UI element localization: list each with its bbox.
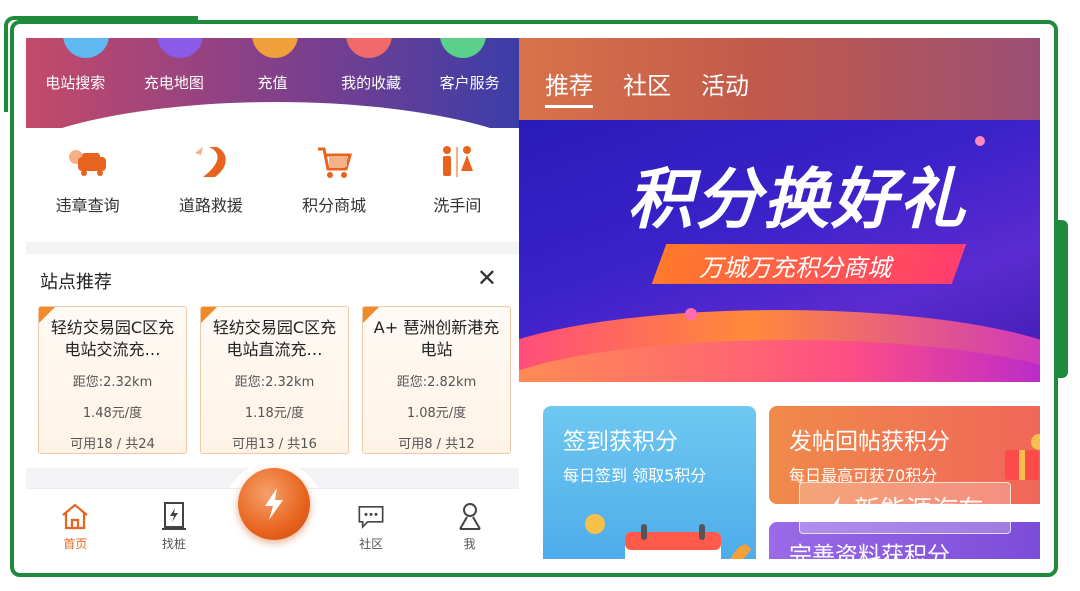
points-promo-banner[interactable]: 积分换好礼 万城万充积分商城 — [519, 120, 1040, 382]
card-corner-tag — [201, 307, 217, 323]
service-points-mall[interactable]: 积分商城 — [273, 128, 396, 242]
station-availability: 可用13 / 共16 — [232, 437, 317, 452]
watermark-text: 新能源汽车 — [853, 495, 984, 526]
tab-label: 找桩 — [161, 537, 186, 551]
station-distance: 距您:2.82km — [396, 375, 477, 390]
tab-community-feed[interactable]: 社区 — [623, 66, 671, 108]
quick-nav-charge-map[interactable]: 充电地图 — [125, 72, 224, 93]
station-availability: 可用18 / 共24 — [70, 437, 155, 452]
charge-map-icon[interactable] — [157, 38, 203, 58]
tab-label: 社区 — [359, 537, 384, 551]
lightning-icon — [265, 488, 283, 520]
tile-subtitle: 每日签到 领取5积分 — [563, 466, 707, 485]
quick-nav-banner: 电站搜索 充电地图 充值 我的收藏 客户服务 — [26, 38, 519, 128]
community-header: 推荐 社区 活动 — [519, 38, 1040, 120]
service-restroom[interactable]: 洗手间 — [396, 128, 519, 242]
tab-home[interactable]: 首页 — [26, 489, 125, 559]
quick-nav-station-search[interactable]: 电站搜索 — [26, 72, 125, 93]
restroom-icon — [435, 144, 479, 180]
home-icon — [60, 501, 90, 531]
checkin-points-tile[interactable]: 签到获积分 每日签到 领取5积分 — [543, 406, 756, 559]
banner-dot — [975, 136, 985, 146]
tile-title: 完善资料获积分 — [789, 543, 950, 559]
tab-recommend[interactable]: 推荐 — [545, 66, 593, 108]
tab-find-charger[interactable]: 找桩 — [125, 489, 224, 559]
tab-label: 我 — [463, 537, 476, 551]
tab-community[interactable]: 社区 — [322, 489, 421, 559]
service-label: 积分商城 — [302, 196, 367, 215]
points-tasks: 签到获积分 每日签到 领取5积分 发帖回帖获积分 每日最高可获70积分 完善资料… — [519, 382, 1040, 559]
card-corner-tag — [363, 307, 379, 323]
charger-icon — [159, 501, 189, 531]
service-violation-query[interactable]: 违章查询 — [26, 128, 149, 242]
favorites-icon[interactable] — [346, 38, 392, 58]
gift-icon — [1005, 434, 1040, 480]
recommendation-title: 站点推荐 — [40, 272, 112, 293]
recharge-icon[interactable] — [252, 38, 298, 58]
quick-nav-icons — [26, 38, 519, 58]
tab-profile[interactable]: 我 — [420, 489, 519, 559]
promo-subline: 万城万充积分商城 — [699, 254, 891, 282]
tile-title: 发帖回帖获积分 — [789, 429, 950, 455]
tab-activities[interactable]: 活动 — [701, 66, 749, 108]
station-card-list: 轻纺交易园C区充电站交流充… 距您:2.32km 1.48元/度 可用18 / … — [38, 306, 511, 454]
promo-headline: 积分换好礼 — [627, 161, 967, 238]
lightning-icon — [829, 496, 844, 520]
quick-nav-row: 电站搜索 充电地图 充值 我的收藏 客户服务 — [26, 72, 519, 93]
station-name: 轻纺交易园C区充电站交流充… — [50, 318, 175, 359]
shopping-cart-icon — [312, 144, 356, 180]
customer-service-icon[interactable] — [440, 38, 486, 58]
station-price: 1.18元/度 — [244, 406, 305, 421]
service-road-rescue[interactable]: 道路救援 — [149, 128, 272, 242]
road-rescue-icon — [189, 144, 233, 180]
app-screen: 电站搜索 充电地图 充值 我的收藏 客户服务 违章查询 道路救援 积分商城 洗手… — [26, 38, 1040, 559]
charge-fab-button[interactable] — [238, 468, 310, 540]
service-label: 洗手间 — [433, 196, 482, 215]
home-panel: 电站搜索 充电地图 充值 我的收藏 客户服务 违章查询 道路救援 积分商城 洗手… — [26, 38, 519, 559]
quick-nav-favorites[interactable]: 我的收藏 — [322, 72, 421, 93]
station-name: A+ 琶洲创新港充电站 — [373, 318, 500, 359]
service-label: 道路救援 — [178, 196, 243, 215]
station-search-icon[interactable] — [63, 38, 109, 58]
station-availability: 可用8 / 共12 — [398, 437, 475, 452]
chat-icon — [356, 501, 386, 531]
calendar-icon — [585, 514, 751, 559]
car-violation-icon — [66, 144, 110, 180]
station-distance: 距您:2.32km — [72, 375, 153, 390]
station-card[interactable]: 轻纺交易园C区充电站直流充… 距您:2.32km 1.18元/度 可用13 / … — [200, 306, 349, 454]
tile-title: 签到获积分 — [563, 429, 678, 455]
close-icon[interactable]: ✕ — [477, 266, 497, 290]
community-tabs: 推荐 社区 活动 — [545, 66, 749, 108]
station-distance: 距您:2.32km — [234, 375, 315, 390]
quick-nav-customer-service[interactable]: 客户服务 — [420, 72, 519, 93]
station-card[interactable]: A+ 琶洲创新港充电站 距您:2.82km 1.08元/度 可用8 / 共12 — [362, 306, 511, 454]
quick-nav-recharge[interactable]: 充值 — [223, 72, 322, 93]
tab-label: 首页 — [63, 537, 88, 551]
watermark-logo: 新能源汽车 — [799, 482, 1011, 534]
station-price: 1.48元/度 — [82, 406, 143, 421]
service-grid: 违章查询 道路救援 积分商城 洗手间 — [26, 128, 519, 242]
banner-curve — [26, 102, 519, 128]
station-card[interactable]: 轻纺交易园C区充电站交流充… 距您:2.32km 1.48元/度 可用18 / … — [38, 306, 187, 454]
community-panel: 推荐 社区 活动 积分换好礼 万城万充积分商城 签到获积分 每日签到 领取5积分 — [519, 38, 1040, 559]
station-name: 轻纺交易园C区充电站直流充… — [212, 318, 337, 359]
banner-dot — [685, 308, 697, 320]
service-label: 违章查询 — [55, 196, 120, 215]
profile-icon — [455, 501, 485, 531]
card-corner-tag — [39, 307, 55, 323]
station-recommendation: 站点推荐 ✕ 轻纺交易园C区充电站交流充… 距您:2.32km 1.48元/度 … — [26, 254, 519, 468]
station-price: 1.08元/度 — [406, 406, 467, 421]
